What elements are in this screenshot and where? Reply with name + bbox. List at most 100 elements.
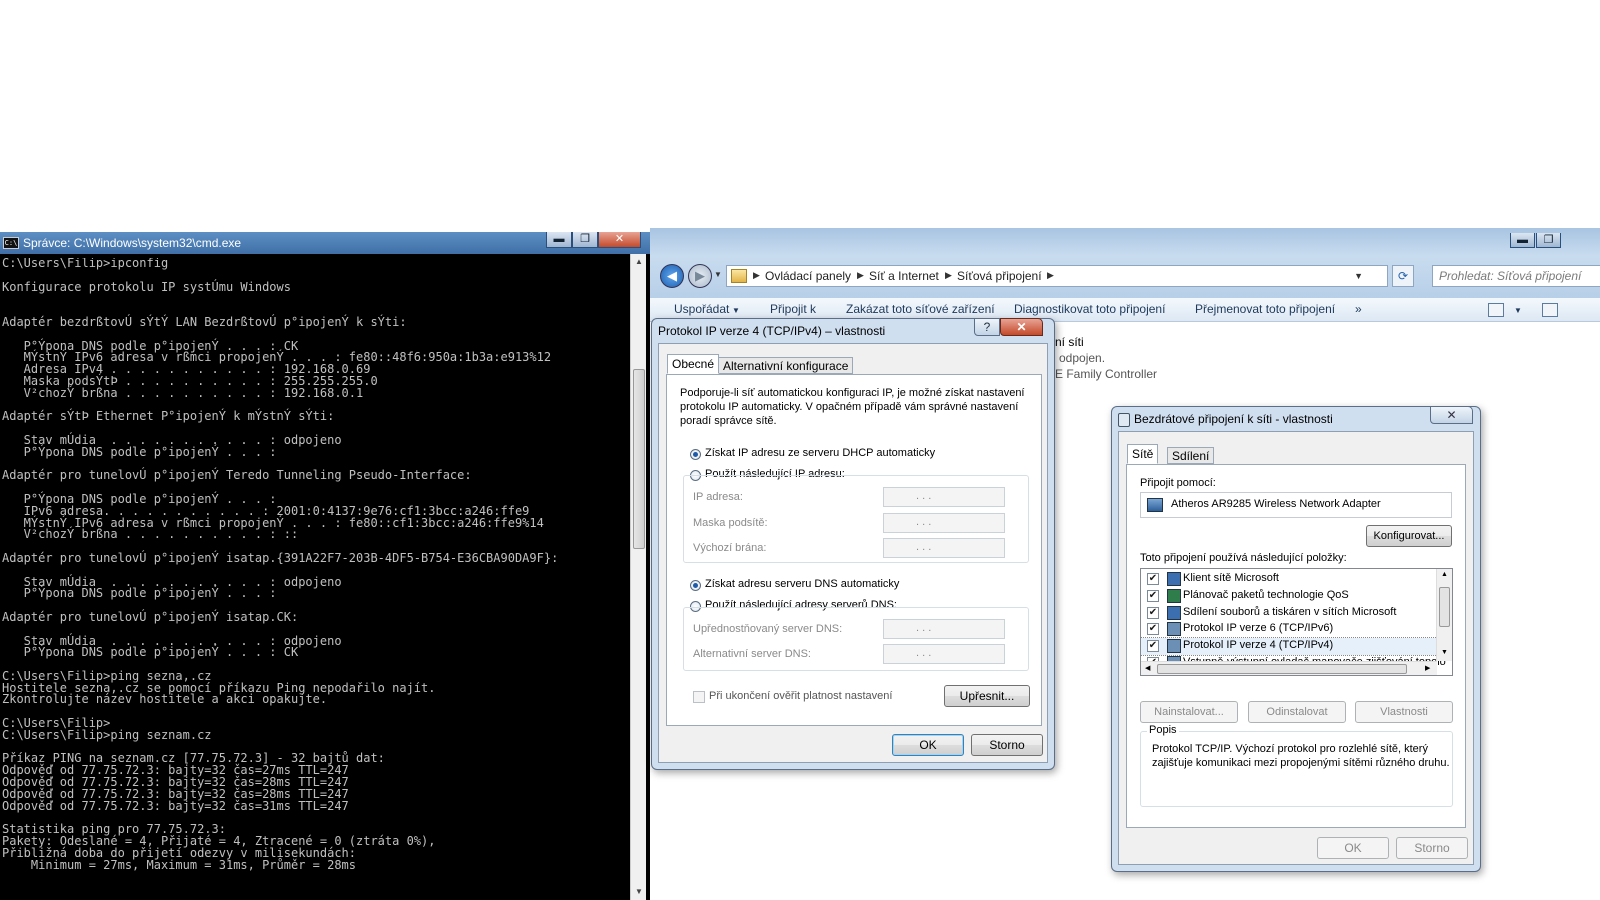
diagnose-button[interactable]: Diagnostikovat toto připojení	[1014, 302, 1165, 316]
history-dropdown-icon[interactable]: ▼	[714, 270, 722, 279]
chevron-right-icon[interactable]: ▶	[753, 270, 760, 281]
help-button[interactable]: ?	[974, 318, 1000, 336]
disable-device-button[interactable]: Zakázat toto síťové zařízení	[846, 302, 995, 316]
chevron-right-icon[interactable]: ▶	[857, 270, 864, 281]
organize-menu[interactable]: Uspořádat	[674, 302, 729, 316]
auto-dns-label[interactable]: Získat adresu serveru DNS automaticky	[705, 578, 899, 590]
properties-button[interactable]: Vlastnosti	[1355, 701, 1453, 723]
tab-sharing[interactable]: Sdílení	[1167, 447, 1215, 464]
explorer-maximize-button[interactable]: ❐	[1536, 233, 1561, 248]
breadcrumb-network-connections[interactable]: Síťová připojení	[957, 269, 1042, 283]
list-item[interactable]: ✔ Protokol IP verze 4 (TCP/IPv4)	[1141, 637, 1438, 657]
connection-name: ní síti	[1055, 335, 1084, 349]
connect-to-button[interactable]: Připojit k	[770, 302, 816, 316]
preferred-dns-field[interactable]: . . .	[883, 619, 1005, 639]
scroll-thumb[interactable]	[1439, 587, 1450, 627]
networks-tab-panel: Připojit pomocí: Atheros AR9285 Wireless…	[1126, 464, 1466, 828]
view-options-icon[interactable]	[1488, 303, 1504, 317]
explorer-titlebar[interactable]: ▬ ❐ ◀ ▶ ▼ ▶ Ovládací panely ▶ Síť a Inte…	[650, 228, 1600, 298]
chevron-right-icon[interactable]: ▶	[1047, 270, 1054, 281]
cancel-button[interactable]: Storno	[971, 734, 1043, 756]
back-arrow-icon[interactable]: ◀	[660, 264, 684, 288]
tab-alternative-config[interactable]: Alternativní konfigurace	[718, 357, 854, 374]
validate-checkbox[interactable]	[693, 691, 705, 703]
list-item[interactable]: ✔ Sdílení souborů a tiskáren v sítích Mic…	[1141, 605, 1437, 622]
chevron-down-icon[interactable]: ▼	[732, 306, 740, 315]
console-line: Adaptér bezdrßtovÚ sÝtÝ LAN BezdrßtovÚ p…	[2, 314, 407, 329]
close-button[interactable]: ✕	[598, 232, 641, 248]
cmd-console-output[interactable]: C:\Users\Filip>ipconfig Konfigurace proto…	[2, 258, 628, 898]
scroll-thumb[interactable]	[633, 369, 645, 549]
connection-device: E Family Controller	[1055, 367, 1158, 381]
adapter-name: Atheros AR9285 Wireless Network Adapter	[1171, 498, 1381, 510]
preview-pane-icon[interactable]	[1542, 303, 1558, 317]
item-checkbox[interactable]: ✔	[1147, 623, 1159, 636]
configure-button[interactable]: Konfigurovat...	[1366, 525, 1452, 547]
tab-general[interactable]: Obecné	[667, 354, 720, 374]
ok-button[interactable]: OK	[1317, 837, 1389, 859]
ip-dots: . . .	[916, 541, 932, 553]
console-line: Minimum = 27ms, Maximum = 31ms, Průměr =…	[2, 857, 357, 872]
scroll-down-icon[interactable]: ▼	[631, 884, 647, 900]
ipv4-close-button[interactable]: ✕	[1000, 318, 1043, 336]
breadcrumb-network-internet[interactable]: Síť a Internet	[869, 269, 939, 283]
address-dropdown-icon[interactable]: ▼	[1354, 271, 1363, 281]
console-line: Adaptér pro tunelovÚ p°ipojenÝ isatap.{3…	[2, 550, 559, 565]
subnet-mask-field[interactable]: . . .	[883, 513, 1005, 533]
more-commands-button[interactable]: »	[1355, 302, 1362, 316]
view-dropdown-icon[interactable]: ▼	[1514, 306, 1522, 315]
item-label: Klient sítě Microsoft	[1183, 572, 1279, 584]
ip-dots: . . .	[916, 622, 932, 634]
uninstall-button[interactable]: Odinstalovat	[1248, 701, 1346, 723]
wireless-properties-dialog: Bezdrátové připojení k síti - vlastnosti…	[1111, 406, 1481, 872]
list-item[interactable]: ✔ Plánovač paketů technologie QoS	[1141, 588, 1437, 605]
alternate-dns-field[interactable]: . . .	[883, 644, 1005, 664]
refresh-icon[interactable]: ⟳	[1392, 265, 1414, 287]
cmd-scrollbar[interactable]: ▲ ▼	[630, 254, 646, 900]
ip-address-label: IP adresa:	[693, 491, 743, 503]
auto-ip-label[interactable]: Získat IP adresu ze serveru DHCP automat…	[705, 447, 935, 459]
scroll-right-icon[interactable]: ▶	[1425, 664, 1430, 672]
explorer-minimize-button[interactable]: ▬	[1510, 233, 1535, 248]
ip-address-field[interactable]: . . .	[883, 487, 1005, 507]
auto-dns-radio[interactable]	[690, 580, 701, 591]
cmd-titlebar[interactable]: C:\ Správce: C:\Windows\system32\cmd.exe…	[0, 232, 657, 254]
chevron-right-icon[interactable]: ▶	[945, 270, 952, 281]
scroll-left-icon[interactable]: ◀	[1145, 664, 1150, 672]
search-input[interactable]: Prohledat: Síťová připojení	[1432, 265, 1600, 287]
maximize-button[interactable]: ❐	[572, 232, 598, 248]
tab-networks[interactable]: Sítě	[1127, 444, 1159, 464]
hscroll-thumb[interactable]	[1157, 664, 1407, 674]
cancel-button[interactable]: Storno	[1396, 837, 1468, 859]
list-item[interactable]: ✔ Klient sítě Microsoft	[1141, 571, 1437, 588]
forward-arrow-icon[interactable]: ▶	[688, 264, 712, 288]
ok-button[interactable]: OK	[892, 734, 964, 756]
validate-label[interactable]: Při ukončení ověřit platnost nastavení	[709, 690, 892, 702]
rename-button[interactable]: Přejmenovat toto připojení	[1195, 302, 1335, 316]
console-line: P°Ýpona DNS podle p°ipojenÝ . . . :	[2, 444, 277, 459]
advanced-button[interactable]: Upřesnit...	[944, 685, 1030, 707]
scroll-up-icon[interactable]: ▲	[1441, 571, 1448, 578]
install-button[interactable]: Nainstalovat...	[1140, 701, 1238, 723]
components-list[interactable]: ✔ Klient sítě Microsoft ✔ Plánovač paketů t…	[1140, 568, 1453, 676]
console-line: V²chozÝ brßna . . . . . . . . . . : 192.…	[2, 385, 364, 400]
scroll-up-icon[interactable]: ▲	[631, 254, 647, 270]
list-hscrollbar[interactable]: ◀ ▶	[1141, 661, 1437, 675]
list-scrollbar[interactable]: ▲ ▼	[1436, 569, 1452, 661]
item-checkbox[interactable]: ✔	[1147, 640, 1159, 653]
cmd-window-title: Správce: C:\Windows\system32\cmd.exe	[23, 236, 242, 250]
wireless-close-button[interactable]: ✕	[1430, 406, 1473, 424]
minimize-button[interactable]: ▬	[546, 232, 572, 248]
address-bar[interactable]: ▶ Ovládací panely ▶ Síť a Internet ▶ Síť…	[726, 265, 1388, 287]
connect-using-label: Připojit pomocí:	[1140, 477, 1216, 489]
gateway-field[interactable]: . . .	[883, 538, 1005, 558]
list-item[interactable]: ✔ Protokol IP verze 6 (TCP/IPv6)	[1141, 621, 1437, 638]
item-checkbox[interactable]: ✔	[1147, 573, 1159, 585]
breadcrumb-control-panel[interactable]: Ovládací panely	[765, 269, 851, 283]
item-checkbox[interactable]: ✔	[1147, 589, 1159, 602]
scroll-down-icon[interactable]: ▼	[1441, 649, 1448, 656]
items-label: Toto připojení používá následující polož…	[1140, 552, 1347, 564]
item-checkbox[interactable]: ✔	[1147, 606, 1159, 619]
description-line: Protokol TCP/IP. Výchozí protokol pro ro…	[1152, 743, 1428, 755]
auto-ip-radio[interactable]	[690, 449, 701, 460]
